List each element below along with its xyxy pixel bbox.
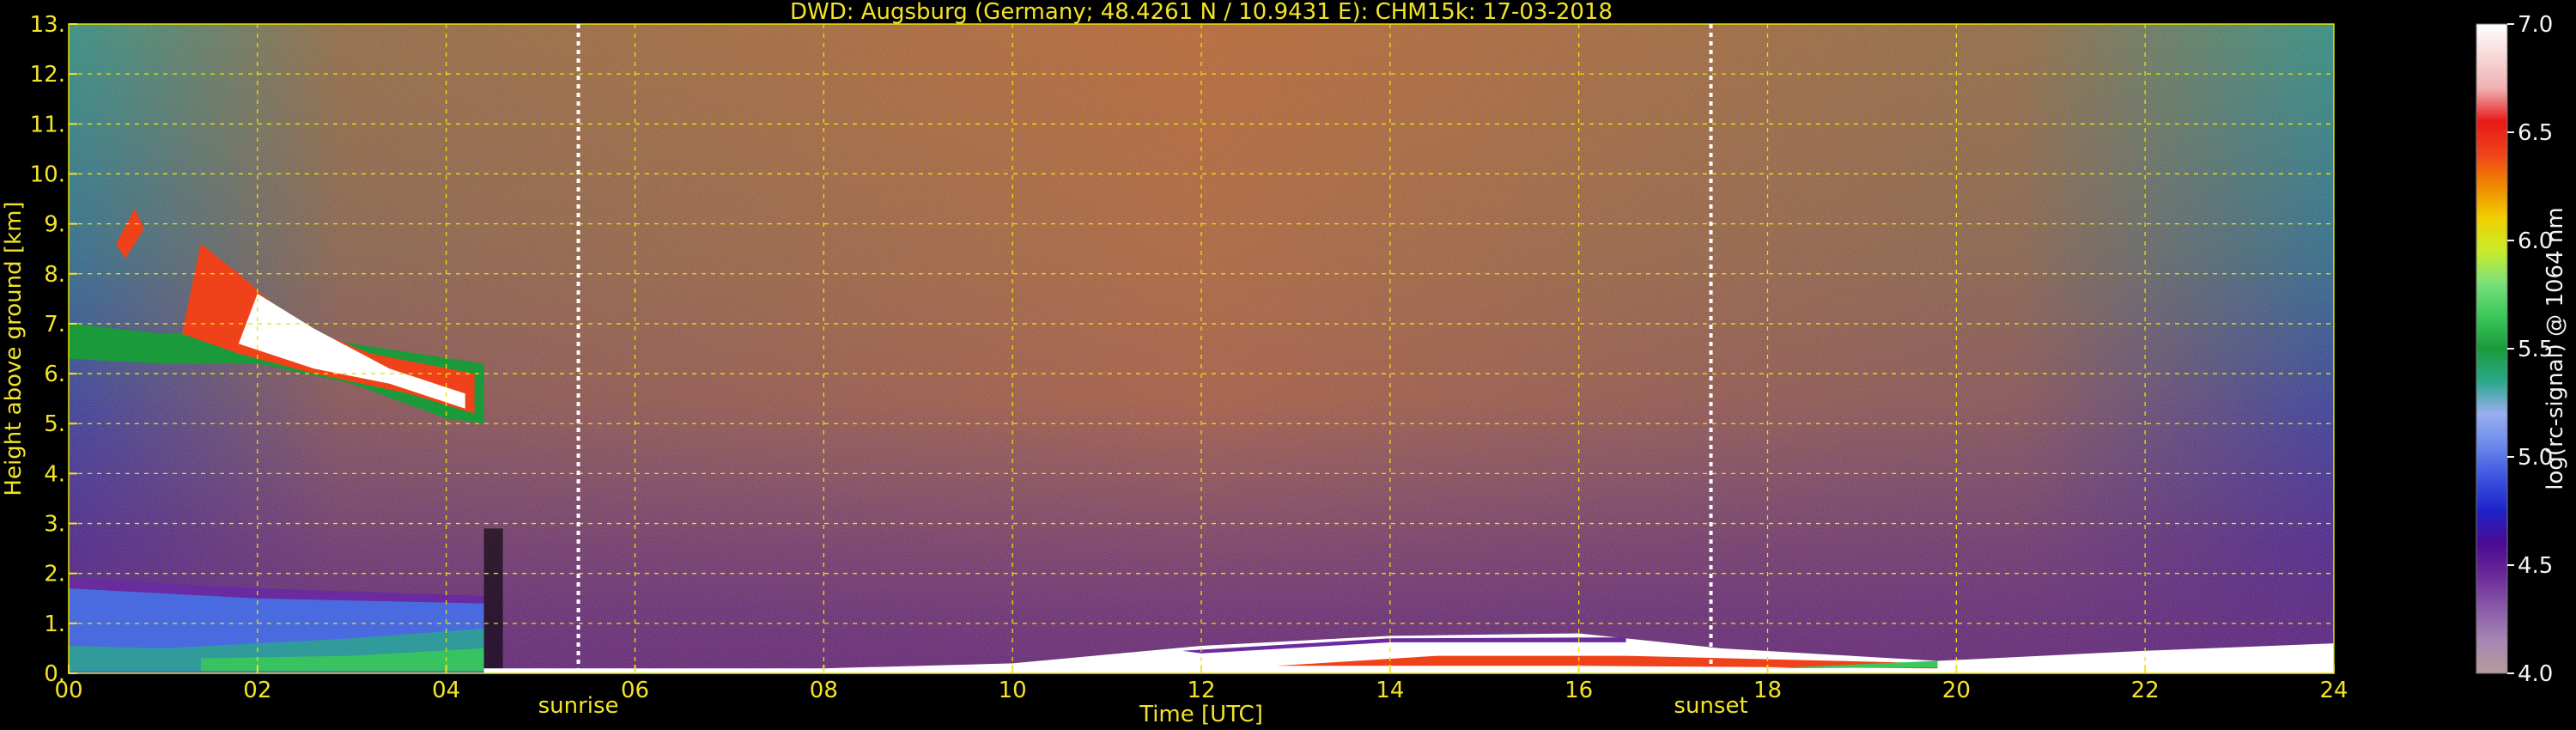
x-tick-label: 22	[2131, 678, 2160, 703]
y-tick-label: 5.	[44, 411, 65, 437]
y-tick-label: 4.	[44, 461, 65, 487]
x-tick-label: 18	[1753, 678, 1782, 703]
chart-title: DWD: Augsburg (Germany; 48.4261 N / 10.9…	[790, 0, 1613, 25]
colorbar-tick-label: 6.5	[2518, 120, 2553, 146]
x-tick-label: 02	[243, 678, 271, 703]
x-axis-label: Time [UTC]	[1139, 702, 1263, 727]
y-tick-label: 12.	[30, 62, 65, 88]
x-tick-label: 10	[999, 678, 1027, 703]
y-tick-label: 11.	[30, 112, 65, 137]
colorbar-tick-label: 7.0	[2518, 12, 2553, 38]
y-tick-label: 2.	[44, 562, 65, 587]
y-tick-label: 1.	[44, 611, 65, 637]
y-tick-label: 7.	[44, 312, 65, 338]
y-tick-label: 10.	[30, 161, 65, 187]
x-tick-label: 04	[432, 678, 460, 703]
sunset-label: sunset	[1674, 693, 1747, 719]
sunrise-label: sunrise	[538, 693, 619, 719]
y-tick-label: 6.	[44, 362, 65, 387]
y-tick-label: 3.	[44, 512, 65, 538]
x-tick-label: 20	[1942, 678, 1971, 703]
y-tick-label: 13.	[30, 12, 65, 38]
colorbar-label: log(rc-signal) @ 1064 nm	[2543, 207, 2568, 490]
x-tick-label: 12	[1187, 678, 1215, 703]
y-tick-label: 8.	[44, 262, 65, 288]
x-tick-label: 24	[2319, 678, 2348, 703]
y-tick-label: 0.	[44, 661, 65, 687]
colorbar	[2476, 23, 2508, 674]
colorbar-tick-label: 4.0	[2518, 661, 2553, 687]
y-tick-label: 9.	[44, 212, 65, 238]
x-tick-label: 06	[621, 678, 649, 703]
x-tick-label: 14	[1376, 678, 1404, 703]
backscatter-figure: 00 02 04 06 08 10 12 14 16 18 20 22 24 0.1.2.3.4.5.6…	[1, 0, 2568, 727]
x-tick-label: 16	[1564, 678, 1593, 703]
y-axis-label: Height above ground [km]	[1, 201, 27, 496]
x-tick-label: 08	[810, 678, 838, 703]
data-gap	[483, 528, 503, 673]
colorbar-tick-label: 4.5	[2518, 553, 2553, 579]
